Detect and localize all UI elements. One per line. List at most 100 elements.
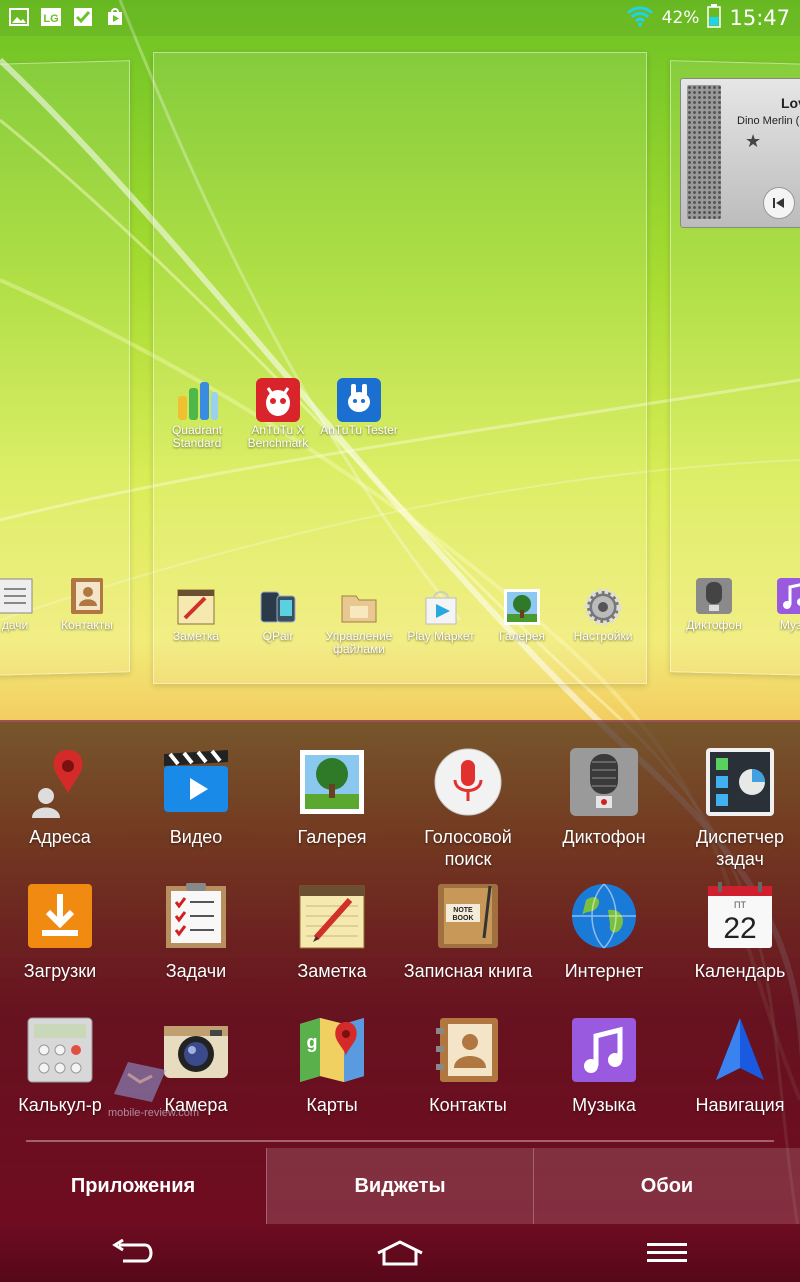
svg-text:BOOK: BOOK [453, 915, 474, 922]
home-app-label: Контакты [61, 618, 113, 632]
globe-icon [572, 883, 636, 949]
app-label: Контакты [429, 1095, 507, 1115]
back-button[interactable] [73, 1224, 193, 1282]
app-contacts[interactable]: Контакты [400, 1014, 536, 1116]
task-manager-icon [706, 748, 774, 816]
wifi-icon [626, 5, 654, 31]
app-downloads[interactable]: Загрузки [0, 880, 128, 982]
app-drawer: Адреса Видео Галерея Голосовой поиск Дик… [0, 720, 800, 1282]
app-label: Диктофон [562, 827, 646, 847]
home-app-label: Quadrant Standard [171, 423, 223, 450]
status-bar: LG 42% 15:47 [0, 0, 800, 36]
app-video[interactable]: Видео [128, 746, 264, 848]
calendar-icon: ПТ 22 [708, 882, 772, 948]
app-label: Задачи [165, 961, 227, 981]
dock-app-file-manager[interactable]: Управление файлами [314, 586, 404, 656]
menu-button[interactable] [607, 1224, 727, 1282]
music-note-icon [572, 1018, 636, 1082]
svg-text:NOTE: NOTE [453, 907, 473, 914]
dock-app-notes[interactable]: Заметка [151, 586, 241, 643]
home-app-label: Заметка [172, 629, 220, 643]
svg-text:22: 22 [723, 912, 756, 945]
home-app-label: Диктофон [686, 618, 742, 632]
watermark: mobile-review.com [108, 1060, 199, 1119]
back-icon [112, 1239, 153, 1263]
home-app-quadrant[interactable]: Quadrant Standard [152, 378, 242, 450]
app-recorder[interactable]: Диктофон [536, 746, 672, 848]
play-store-icon [425, 591, 457, 625]
dock-app-settings[interactable]: Настройки [558, 586, 648, 643]
note-book-icon: NOTE BOOK [438, 884, 498, 948]
app-music[interactable]: Музыка [536, 1014, 672, 1116]
home-app-label: AnTuTu X Benchmark [247, 423, 309, 450]
tab-wallpapers[interactable]: Обои [533, 1148, 800, 1224]
dock-app-gallery[interactable]: Галерея [477, 586, 567, 643]
battery-percent: 42% [661, 8, 700, 28]
app-tasks[interactable]: Задачи [128, 880, 264, 982]
app-label: Музыка [572, 1095, 636, 1115]
svg-text:ПТ: ПТ [734, 900, 746, 910]
notebook-pencil-icon [299, 885, 365, 949]
right-dock-app-recorder[interactable]: Диктофон [669, 575, 759, 632]
app-task-manager[interactable]: Диспетчер задач [672, 746, 800, 870]
dock-app-play-market[interactable]: Play Маркет [396, 586, 486, 643]
app-label: Адреса [29, 827, 91, 847]
home-app-label: Управление файлами [325, 629, 393, 656]
contacts-icon [71, 578, 103, 614]
dock-app-qpair[interactable]: QPair [233, 586, 323, 643]
maps-icon: g [300, 1018, 364, 1082]
music-icon [777, 578, 800, 614]
app-memo[interactable]: Заметка [264, 880, 400, 982]
menu-icon [646, 1243, 687, 1262]
gallery-icon [300, 750, 364, 814]
app-label: Календарь [694, 961, 786, 981]
map-pin-person-icon [32, 750, 83, 818]
battery-icon [707, 4, 722, 32]
app-notebook[interactable]: NOTE BOOK Записная книга [400, 880, 536, 982]
tab-widgets[interactable]: Виджеты [266, 1148, 533, 1224]
previous-track-icon[interactable] [763, 187, 795, 219]
watermark-text: mobile-review.com [108, 1107, 200, 1119]
star-icon[interactable]: ★ [745, 131, 761, 152]
home-app-antutu-tester[interactable]: AnTuTu Tester [314, 378, 404, 437]
app-voice-search[interactable]: Голосовой поиск [400, 746, 536, 870]
antutu-tester-icon [337, 378, 381, 422]
antutu-icon [256, 378, 300, 422]
app-internet[interactable]: Интернет [536, 880, 672, 982]
home-app-label: Play Маркет [407, 629, 475, 643]
home-app-label: Галерея [498, 629, 546, 643]
speaker-grille [687, 85, 721, 219]
home-app-label: AnTuTu Tester [320, 423, 398, 437]
app-label: Карты [306, 1095, 358, 1115]
left-dock-app-contacts[interactable]: Контакты [42, 575, 132, 632]
checkbox-icon [72, 6, 94, 28]
tasks-icon [0, 578, 33, 614]
notebook-pencil-icon [177, 589, 215, 625]
lg-icon: LG [40, 6, 62, 28]
tab-apps[interactable]: Приложения [0, 1148, 266, 1224]
gallery-icon [504, 589, 540, 625]
music-artist: Dino Merlin (E [737, 115, 800, 127]
app-addresses[interactable]: Адреса [0, 746, 128, 848]
svg-text:LG: LG [43, 13, 58, 25]
svg-text:g: g [307, 1032, 318, 1052]
home-app-label: Настройки [573, 629, 633, 643]
app-maps[interactable]: g Карты [264, 1014, 400, 1116]
home-button[interactable] [340, 1224, 460, 1282]
download-icon [28, 884, 92, 948]
app-gallery[interactable]: Галерея [264, 746, 400, 848]
home-app-antutu[interactable]: AnTuTu X Benchmark [233, 378, 323, 450]
app-label: Диспетчер задач [695, 827, 785, 869]
app-navigation[interactable]: Навигация [672, 1014, 800, 1116]
contacts-icon [436, 1018, 498, 1082]
app-label: Навигация [695, 1095, 785, 1115]
clock: 15:47 [729, 6, 790, 30]
app-label: Заметка [297, 961, 367, 981]
app-calendar[interactable]: ПТ 22 Календарь [672, 880, 800, 982]
right-dock-app-music[interactable]: Музы [750, 575, 800, 632]
home-app-label: Музы [779, 618, 800, 632]
music-widget[interactable]: Lov Dino Merlin (E ★ [680, 78, 800, 228]
app-label: Интернет [564, 961, 644, 981]
calculator-icon [27, 1017, 93, 1083]
drawer-tabs: Приложения Виджеты Обои [0, 1148, 800, 1224]
